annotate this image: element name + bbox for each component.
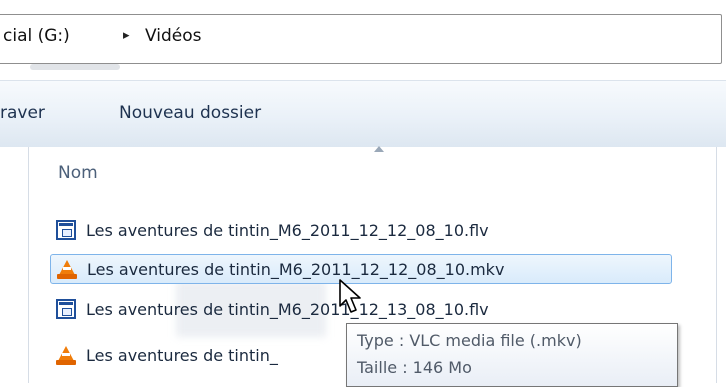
tooltip-size: Taille : 146 Mo: [357, 358, 472, 377]
toolbar-button-partial[interactable]: raver: [0, 103, 45, 123]
nav-pane-divider[interactable]: [28, 147, 29, 383]
file-name: Les aventures de tintin_M6_2011_12_13_08…: [86, 299, 489, 319]
blurred-strip: [30, 64, 120, 70]
sort-ascending-icon: [374, 146, 384, 152]
file-info-tooltip: Type : VLC media file (.mkv) Taille : 14…: [346, 323, 678, 387]
file-row[interactable]: Les aventures de tintin_M6_2011_12_12_08…: [50, 216, 670, 244]
breadcrumb-drive[interactable]: cial (G:): [3, 26, 70, 46]
video-file-icon: [56, 299, 76, 319]
mouse-pointer-icon: [339, 279, 361, 313]
address-bar[interactable]: cial (G:) ▸ Vidéos: [0, 14, 722, 64]
command-bar: raver Nouveau dossier: [0, 80, 726, 148]
file-name: Les aventures de tintin_: [86, 345, 278, 365]
file-name: Les aventures de tintin_M6_2011_12_12_08…: [87, 259, 505, 279]
column-header-name[interactable]: Nom: [58, 163, 98, 183]
explorer-window: cial (G:) ▸ Vidéos raver Nouveau dossier…: [0, 0, 726, 387]
new-folder-button[interactable]: Nouveau dossier: [119, 103, 261, 123]
vlc-icon: [56, 345, 76, 365]
file-name: Les aventures de tintin_M6_2011_12_12_08…: [86, 220, 489, 240]
vlc-icon: [57, 259, 77, 279]
breadcrumb-folder[interactable]: Vidéos: [145, 26, 202, 46]
video-file-icon: [56, 220, 76, 240]
tooltip-type: Type : VLC media file (.mkv): [357, 331, 582, 350]
breadcrumb-chevron-icon[interactable]: ▸: [123, 28, 130, 43]
right-divider: [716, 147, 717, 383]
